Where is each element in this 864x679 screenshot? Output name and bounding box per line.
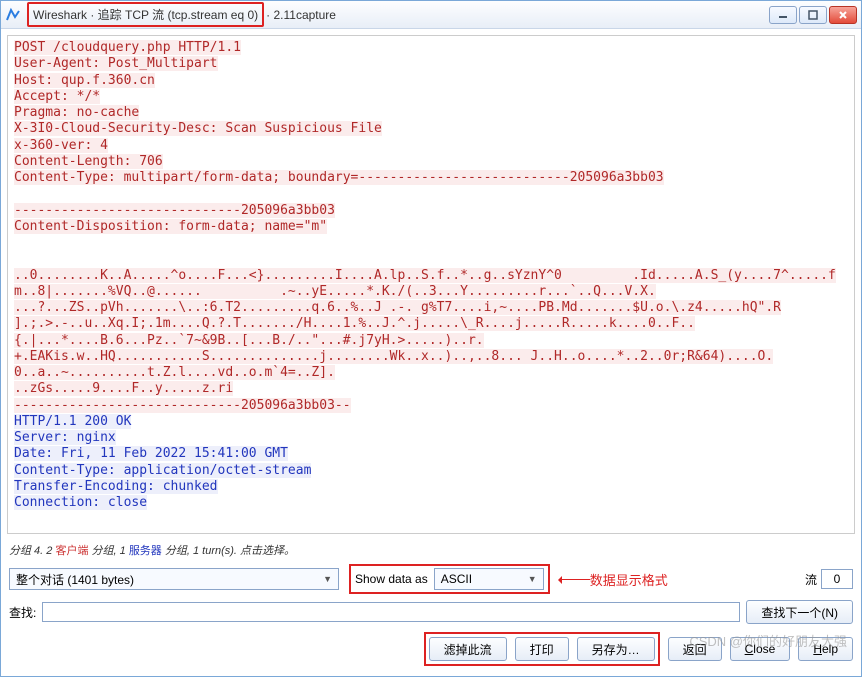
conversation-dropdown[interactable]: 整个对话 (1401 bytes) ▼	[9, 568, 339, 590]
stream-input[interactable]	[821, 569, 853, 589]
conversation-label: 整个对话 (1401 bytes)	[16, 571, 134, 588]
filter-out-button[interactable]: 滤掉此流	[429, 637, 507, 661]
chevron-down-icon: ▼	[323, 574, 332, 584]
close-button[interactable]	[829, 6, 857, 24]
search-row: 查找: 查找下一个(N)	[1, 598, 861, 626]
titlebar[interactable]: Wireshark · 追踪 TCP 流 (tcp.stream eq 0) ·…	[1, 1, 861, 29]
info-prefix: 分组 4. 2	[9, 545, 55, 557]
info-server: 服务器	[129, 545, 162, 557]
encoding-value: ASCII	[441, 572, 472, 586]
show-as-label: Show data as	[355, 572, 428, 586]
maximize-button[interactable]	[799, 6, 827, 24]
response-text: HTTP/1.1 200 OK Server: nginx Date: Fri,…	[14, 414, 311, 510]
application-window: Wireshark · 追踪 TCP 流 (tcp.stream eq 0) ·…	[0, 0, 862, 677]
wireshark-icon	[5, 7, 21, 23]
back-button[interactable]: 返回	[668, 637, 722, 661]
print-button[interactable]: 打印	[515, 637, 569, 661]
controls-row: 整个对话 (1401 bytes) ▼ Show data as ASCII ▼…	[1, 560, 861, 598]
button-row: 滤掉此流 打印 另存为… 返回 Close Help	[1, 626, 861, 676]
stream-selector: 流	[805, 569, 853, 589]
search-label: 查找:	[9, 604, 36, 621]
stream-label: 流	[805, 571, 817, 588]
request-text: POST /cloudquery.php HTTP/1.1 User-Agent…	[14, 40, 836, 413]
info-suffix: 分组, 1 turn(s). 点击选择。	[162, 545, 295, 557]
tcp-stream-content[interactable]: POST /cloudquery.php HTTP/1.1 User-Agent…	[7, 35, 855, 534]
button-group-highlight: 滤掉此流 打印 另存为…	[424, 632, 660, 666]
title-highlighted: Wireshark · 追踪 TCP 流 (tcp.stream eq 0)	[27, 2, 264, 27]
info-mid: 分组, 1	[88, 545, 128, 557]
encoding-dropdown[interactable]: ASCII ▼	[434, 568, 544, 590]
annotation-text: 数据显示格式	[590, 570, 668, 589]
help-button[interactable]: Help	[798, 637, 853, 661]
arrow-icon	[560, 579, 590, 580]
find-next-button[interactable]: 查找下一个(N)	[746, 600, 853, 624]
save-as-button[interactable]: 另存为…	[577, 637, 655, 661]
annotation-label: 数据显示格式	[560, 570, 668, 589]
chevron-down-icon: ▼	[528, 574, 537, 584]
window-controls	[769, 6, 857, 24]
info-client: 客户端	[55, 545, 88, 557]
show-data-group: Show data as ASCII ▼	[349, 564, 550, 594]
window-title: Wireshark · 追踪 TCP 流 (tcp.stream eq 0) ·…	[27, 2, 336, 27]
search-input[interactable]	[42, 602, 740, 622]
close-dialog-button[interactable]: Close	[730, 637, 791, 661]
minimize-button[interactable]	[769, 6, 797, 24]
packet-info: 分组 4. 2 客户端 分组, 1 服务器 分组, 1 turn(s). 点击选…	[1, 540, 861, 560]
title-file: · 2.11capture	[266, 8, 336, 22]
